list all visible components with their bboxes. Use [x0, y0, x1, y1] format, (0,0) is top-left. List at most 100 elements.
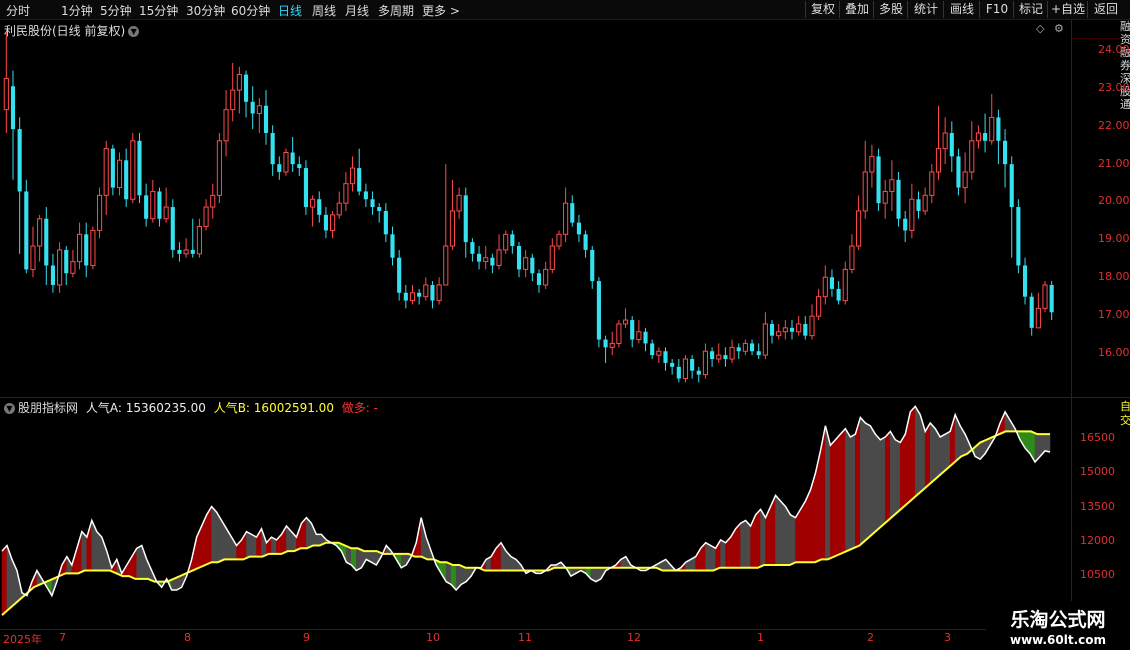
candle-body [24, 191, 29, 270]
candle [290, 136, 295, 172]
candle-body [570, 203, 575, 223]
candle-body [816, 296, 822, 317]
candle [869, 144, 875, 188]
candle-body [403, 292, 408, 301]
overlay-button[interactable]: 叠加 [839, 1, 874, 18]
candle [789, 320, 795, 340]
candle-body [769, 323, 775, 336]
indicator-fill-segment [855, 417, 861, 548]
period-tab-fenshi[interactable]: 分时 [6, 2, 30, 19]
candle [476, 246, 482, 270]
candle-body [716, 354, 722, 360]
candle [470, 238, 475, 262]
candle-body [170, 207, 175, 250]
candle [516, 242, 522, 278]
candle-body [782, 327, 788, 333]
candle [510, 230, 515, 254]
candle [390, 226, 395, 266]
candlestick-chart[interactable] [0, 20, 1071, 398]
candle [336, 191, 342, 219]
candle [397, 249, 402, 301]
x-tick-label: 7 [59, 631, 66, 644]
period-tab-more[interactable]: 更多 > [422, 2, 460, 19]
candle-body [263, 105, 269, 134]
candle-body [297, 164, 302, 169]
candle-body [563, 202, 569, 235]
x-tick-label: 10 [426, 631, 440, 644]
candle [676, 359, 681, 383]
candle [736, 343, 741, 360]
price-tick: 20.00 [1098, 194, 1130, 207]
indicator-tick: 10500 [1080, 568, 1115, 581]
candle [317, 191, 322, 223]
candle [809, 304, 815, 340]
multi-stock-button[interactable]: 多股 [873, 1, 908, 18]
back-button[interactable]: 返回 [1087, 1, 1124, 18]
indicator-fill-segment [316, 534, 322, 546]
candle [975, 125, 981, 149]
candle-body [909, 198, 915, 231]
draw-line-button[interactable]: 画线 [943, 1, 980, 18]
candle [935, 105, 942, 180]
candle-body [77, 233, 83, 263]
period-tab-15min[interactable]: 15分钟 [139, 2, 178, 19]
candle [203, 199, 209, 231]
axis-top-line [1071, 38, 1120, 39]
price-tick: 22.00 [1098, 119, 1130, 132]
price-tick: 23.00 [1098, 81, 1130, 94]
add-watchlist-button[interactable]: +自选 [1047, 1, 1088, 18]
indicator-chart[interactable] [0, 398, 1071, 629]
period-tab-daily[interactable]: 日线 [278, 2, 302, 19]
candle [349, 156, 356, 192]
candle-body [44, 218, 49, 266]
period-tab-monthly[interactable]: 月线 [345, 2, 369, 19]
candle-body [789, 327, 795, 332]
indicator-fill-segment [845, 427, 851, 553]
candle [929, 164, 935, 204]
candle [323, 207, 328, 239]
period-tab-60min[interactable]: 60分钟 [231, 2, 270, 19]
candle-body [756, 351, 761, 356]
candle [956, 148, 961, 196]
candle [17, 117, 22, 254]
candle-body [656, 350, 662, 356]
candle-body [650, 343, 655, 356]
indicator-fill-segment [420, 517, 427, 560]
candle-body [303, 168, 309, 208]
candle [230, 62, 236, 122]
candle-body [523, 257, 529, 270]
period-tab-1min[interactable]: 1分钟 [61, 2, 93, 19]
candle [84, 222, 89, 278]
period-tab-weekly[interactable]: 周线 [312, 2, 336, 19]
indicator-fill-segment [880, 436, 886, 528]
candle-body [876, 156, 881, 204]
candle-body [37, 218, 43, 247]
candle-body [116, 159, 123, 189]
period-tab-5min[interactable]: 5分钟 [100, 2, 132, 19]
fuquan-button[interactable]: 复权 [805, 1, 840, 18]
candle-body [643, 331, 648, 344]
candle-body [1029, 296, 1034, 328]
candle [449, 179, 455, 250]
candle [996, 109, 1001, 165]
candle [363, 183, 368, 208]
candle [596, 277, 601, 348]
candle [536, 269, 542, 293]
mark-button[interactable]: 标记 [1013, 1, 1048, 18]
candle-body [549, 245, 555, 270]
f10-button[interactable]: F10 [979, 1, 1014, 18]
candle [882, 179, 888, 219]
candle-body [90, 229, 96, 267]
indicator-fill-segment [800, 499, 806, 563]
candle-body [975, 132, 981, 142]
candle-body [10, 86, 16, 130]
period-tab-30min[interactable]: 30分钟 [186, 2, 225, 19]
period-tab-multi[interactable]: 多周期 [378, 2, 414, 19]
price-tick: 16.00 [1098, 346, 1130, 359]
indicator-fill-segment [890, 430, 896, 520]
candle [983, 113, 988, 153]
candle-body [64, 249, 69, 274]
candle-body [430, 284, 435, 301]
statistics-button[interactable]: 统计 [907, 1, 944, 18]
candle [370, 191, 375, 215]
